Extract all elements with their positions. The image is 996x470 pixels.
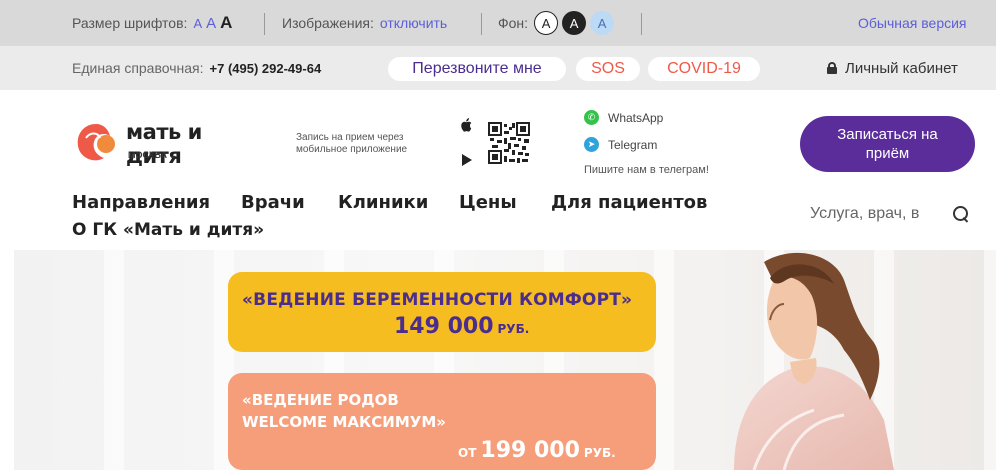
font-size-label: Размер шрифтов: bbox=[72, 15, 188, 31]
promo1-title: «ВЕДЕНИЕ БЕРЕМЕННОСТИ КОМФОРТ» bbox=[242, 290, 633, 310]
nav-directions[interactable]: Направления bbox=[72, 192, 210, 213]
book-appointment-button[interactable]: Записаться на приём bbox=[800, 116, 975, 172]
promo-birth-welcome[interactable]: «ВЕДЕНИЕ РОДОВ WELCOME МАКСИМУМ» ОТ 199 0… bbox=[228, 373, 656, 470]
font-size-control: Размер шрифтов: A A A bbox=[72, 0, 232, 46]
contact-bar: Единая справочная: +7 (495) 292-49-64 Пе… bbox=[0, 46, 996, 90]
whatsapp-label: WhatsApp bbox=[608, 110, 664, 125]
images-label: Изображения: bbox=[282, 15, 374, 31]
whatsapp-icon: ✆ bbox=[584, 110, 599, 125]
nav-prices[interactable]: Цены bbox=[459, 192, 517, 213]
promo2-title-line1: «ВЕДЕНИЕ РОДОВ bbox=[242, 391, 399, 409]
background-white-button[interactable]: A bbox=[534, 11, 559, 35]
callback-button[interactable]: Перезвоните мне bbox=[388, 57, 566, 81]
background-label: Фон: bbox=[498, 15, 529, 31]
divider bbox=[264, 13, 265, 35]
background-control: Фон: A A A bbox=[498, 0, 615, 46]
apple-icon[interactable] bbox=[460, 118, 472, 132]
background-blue-button[interactable]: A bbox=[590, 11, 615, 35]
city-label: МОСКВА bbox=[128, 150, 168, 160]
qr-code bbox=[488, 122, 530, 164]
nav-about[interactable]: О ГК «Мать и дитя» bbox=[72, 220, 264, 240]
normal-version-link[interactable]: Обычная версия bbox=[858, 0, 967, 46]
logo-icon bbox=[77, 124, 115, 161]
divider bbox=[641, 13, 642, 35]
hotline-phone[interactable]: +7 (495) 292-49-64 bbox=[210, 61, 322, 76]
covid-button[interactable]: COVID-19 bbox=[648, 57, 760, 81]
hotline-label: Единая справочная: bbox=[72, 60, 204, 76]
images-control: Изображения: отключить bbox=[282, 0, 447, 46]
search-input[interactable] bbox=[810, 205, 948, 223]
promo1-price-line: 149 000 РУБ. bbox=[394, 314, 529, 339]
book-appointment-label: Записаться на приём bbox=[837, 126, 938, 162]
images-disable-link[interactable]: отключить bbox=[380, 15, 447, 31]
font-size-medium[interactable]: A bbox=[206, 15, 216, 32]
telegram-label: Telegram bbox=[608, 137, 658, 152]
nav-for-patients[interactable]: Для пациентов bbox=[551, 192, 707, 213]
hero-woman-image bbox=[734, 252, 894, 470]
background-black-button[interactable]: A bbox=[562, 11, 587, 35]
promo2-price: 199 000 bbox=[480, 438, 580, 463]
nav-doctors[interactable]: Врачи bbox=[241, 192, 305, 213]
sos-button[interactable]: SOS bbox=[576, 57, 640, 81]
chevron-down-icon: ⌄ bbox=[169, 150, 178, 160]
font-size-large[interactable]: A bbox=[220, 13, 232, 33]
lock-icon bbox=[827, 62, 837, 74]
search-box bbox=[810, 202, 976, 226]
divider bbox=[481, 13, 482, 35]
app-caption: Запись на прием через мобильное приложен… bbox=[296, 132, 408, 155]
hero-banner[interactable]: «ВЕДЕНИЕ БЕРЕМЕННОСТИ КОМФОРТ» 149 000 РУ… bbox=[14, 250, 996, 470]
search-icon[interactable] bbox=[952, 205, 970, 223]
google-play-icon[interactable] bbox=[462, 154, 472, 166]
account-link[interactable]: Личный кабинет bbox=[827, 46, 958, 90]
site-header: мать и дитя МОСКВА ⌄ Запись на прием чер… bbox=[0, 90, 996, 250]
whatsapp-link[interactable]: ✆ WhatsApp bbox=[584, 110, 663, 125]
telegram-icon: ➤ bbox=[584, 137, 599, 152]
account-label: Личный кабинет bbox=[845, 59, 958, 77]
hotline: Единая справочная: +7 (495) 292-49-64 bbox=[72, 46, 321, 90]
accessibility-bar: Размер шрифтов: A A A Изображения: отклю… bbox=[0, 0, 996, 46]
promo2-currency: РУБ. bbox=[583, 446, 616, 460]
font-size-small[interactable]: A bbox=[193, 16, 202, 31]
logo[interactable]: мать и дитя МОСКВА ⌄ bbox=[72, 118, 242, 168]
promo2-from: ОТ bbox=[458, 446, 477, 460]
telegram-caption: Пишите нам в телеграм! bbox=[584, 164, 709, 176]
promo1-currency: РУБ. bbox=[497, 322, 530, 336]
promo2-title-line2: WELCOME МАКСИМУМ» bbox=[242, 413, 446, 431]
nav-clinics[interactable]: Клиники bbox=[338, 192, 428, 213]
normal-version-label: Обычная версия bbox=[858, 15, 967, 31]
city-selector[interactable]: МОСКВА ⌄ bbox=[128, 150, 177, 161]
promo-pregnancy-comfort[interactable]: «ВЕДЕНИЕ БЕРЕМЕННОСТИ КОМФОРТ» 149 000 РУ… bbox=[228, 272, 656, 352]
promo2-price-line: ОТ 199 000 РУБ. bbox=[458, 438, 616, 463]
promo1-price: 149 000 bbox=[394, 314, 494, 339]
telegram-link[interactable]: ➤ Telegram bbox=[584, 137, 657, 152]
